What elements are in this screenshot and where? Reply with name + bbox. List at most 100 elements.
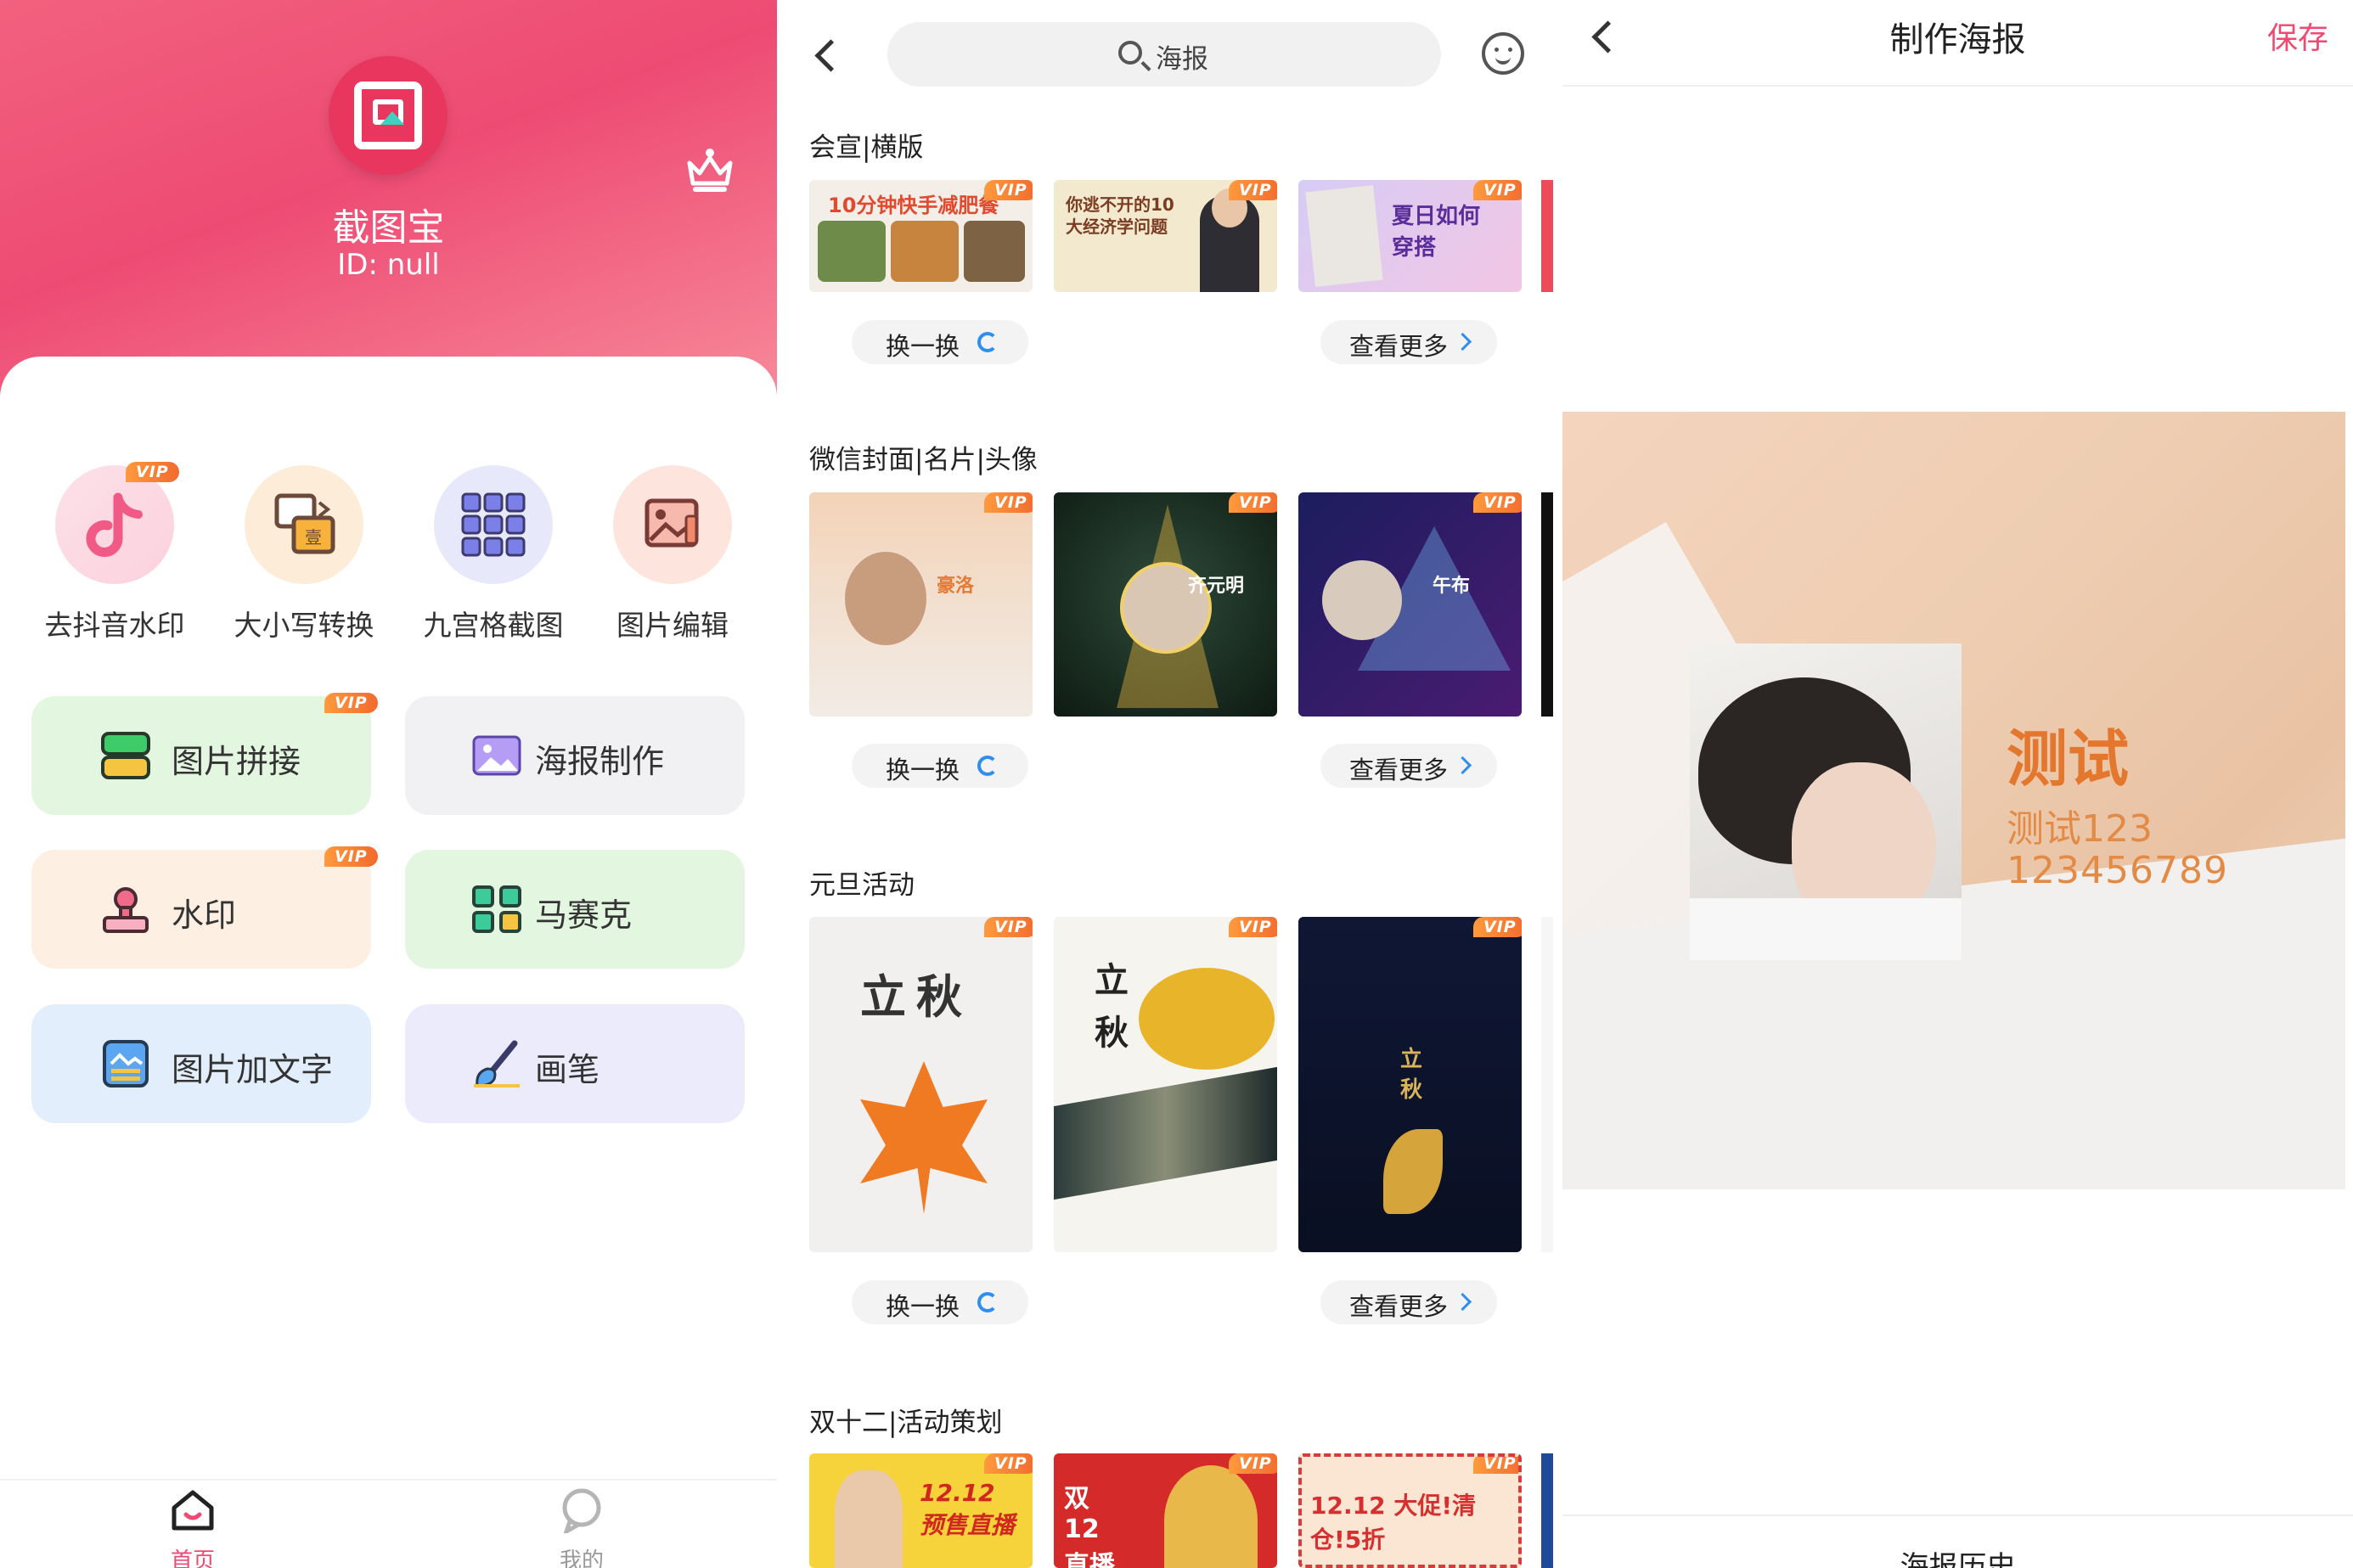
tile-brush[interactable]: 画笔 <box>405 1004 745 1123</box>
tab-home[interactable]: 首页 <box>108 1487 278 1568</box>
thumb-edge <box>1541 917 1553 1252</box>
thumb-title: 夏日如何穿搭 <box>1392 204 1481 261</box>
vip-badge: VIP <box>984 1453 1033 1474</box>
save-button[interactable]: 保存 <box>2267 14 2328 58</box>
vip-badge: VIP <box>1229 1453 1277 1474</box>
vip-badge: VIP <box>324 693 378 713</box>
app-logo <box>329 56 448 175</box>
search-icon <box>1118 41 1142 65</box>
template-thumb[interactable]: 立秋 VIP <box>1054 917 1277 1252</box>
view-more-label: 查看更多 <box>1349 1292 1449 1321</box>
thumb-title: 12.12 大促!清仓!5折 <box>1310 1492 1477 1554</box>
vip-badge: VIP <box>1473 180 1522 200</box>
tile-label: 马赛克 <box>535 896 633 934</box>
poster-editor-screen: 制作海报 保存 测试 测试123 123456789 海报历史 <box>1562 0 2353 1568</box>
back-icon[interactable] <box>814 39 847 72</box>
feature-label: 九宫格截图 <box>423 609 564 642</box>
tile-mosaic[interactable]: 马赛克 <box>405 850 745 969</box>
search-query: 海报 <box>1156 44 1208 75</box>
feature-nine-grid[interactable]: 九宫格截图 <box>421 465 566 643</box>
tab-mine[interactable]: 我的 <box>497 1487 667 1568</box>
feature-case-convert[interactable]: 壹 大小写转换 <box>232 465 376 643</box>
vip-badge: VIP <box>1473 917 1522 937</box>
refresh-label: 换一换 <box>886 1292 960 1321</box>
thumb-title: 午布 <box>1433 576 1471 597</box>
history-divider <box>1562 1515 2353 1516</box>
vip-badge: VIP <box>1473 1457 1518 1474</box>
stamp-icon <box>103 887 149 933</box>
view-more-button[interactable]: 查看更多 <box>1320 1280 1497 1324</box>
poster-subtitle[interactable]: 测试123 <box>2007 798 2153 852</box>
thumb-title: 立秋 <box>1095 961 1129 1053</box>
view-more-button[interactable]: 查看更多 <box>1320 744 1497 788</box>
stitch-icon <box>101 732 150 779</box>
profile-icon <box>562 1488 601 1537</box>
template-thumb[interactable]: 豪洛 VIP <box>809 492 1033 717</box>
thumb-edge <box>1541 180 1553 292</box>
template-thumb[interactable]: 你逃不开的10大经济学问题 VIP <box>1054 180 1277 292</box>
vip-badge: VIP <box>1229 917 1277 937</box>
view-more-label: 查看更多 <box>1349 756 1449 784</box>
view-more-label: 查看更多 <box>1349 332 1449 361</box>
tile-label: 图片拼接 <box>172 743 301 780</box>
tile-label: 画笔 <box>535 1051 600 1088</box>
thumb-title: 立秋 <box>1400 1047 1423 1103</box>
refresh-button[interactable]: 换一换 <box>852 320 1028 364</box>
header-divider <box>1562 85 2353 87</box>
poster-history-label[interactable]: 海报历史 <box>1562 1543 2353 1568</box>
case-convert-icon: 壹 <box>245 465 363 584</box>
tile-watermark[interactable]: 水印 VIP <box>31 846 378 969</box>
tile-image-stitch[interactable]: 图片拼接 VIP <box>31 693 378 815</box>
template-thumb[interactable]: 齐元明 VIP <box>1054 492 1277 717</box>
thumb-title: 豪洛 <box>937 576 975 597</box>
template-thumb[interactable]: 立秋 VIP <box>1298 917 1522 1252</box>
template-thumb[interactable]: 夏日如何穿搭 VIP <box>1298 180 1522 292</box>
section-title: 元旦活动 <box>809 870 915 901</box>
template-thumb[interactable]: 午布 VIP <box>1298 492 1522 717</box>
tile-text-on-image[interactable]: 图片加文字 <box>31 1004 371 1123</box>
home-icon <box>172 1490 214 1531</box>
feature-remove-tiktok-watermark[interactable]: VIP 去抖音水印 <box>42 462 187 643</box>
search-input[interactable]: 海报 <box>887 22 1441 87</box>
poster-title[interactable]: 测试 <box>2007 709 2129 798</box>
feature-label: 大小写转换 <box>234 609 374 642</box>
user-id: ID: null <box>337 248 440 282</box>
home-screen: 截图宝 ID: null VIP 去抖音水印 壹 大小写转换 九宫格截图 图片编… <box>0 0 777 1568</box>
grid-nine-icon <box>434 465 553 584</box>
template-thumb[interactable]: 12.12 预售直播 VIP <box>809 1453 1033 1568</box>
section-title: 微信封面|名片|头像 <box>809 445 1038 475</box>
poster-photo[interactable] <box>1690 643 1962 960</box>
vip-badge: VIP <box>984 492 1033 513</box>
thumb-title: 立秋 <box>860 970 972 1024</box>
chevron-right-icon <box>1453 756 1472 775</box>
section-title: 会宣|横版 <box>809 132 924 163</box>
view-more-button[interactable]: 查看更多 <box>1320 320 1497 364</box>
thumb-title: 你逃不开的10大经济学问题 <box>1066 194 1174 237</box>
mosaic-icon <box>472 885 521 933</box>
tile-poster-make[interactable]: 海报制作 <box>405 696 745 815</box>
vip-badge: VIP <box>126 462 179 482</box>
service-icon[interactable] <box>1482 32 1524 75</box>
thumb-title: 齐元明 <box>1188 576 1245 597</box>
crown-icon[interactable] <box>684 146 735 194</box>
template-thumb[interactable]: 10分钟快手减肥餐 VIP <box>809 180 1033 292</box>
thumb-title: 10分钟快手减肥餐 <box>828 194 999 217</box>
feature-image-edit[interactable]: 图片编辑 <box>600 465 745 643</box>
brush-icon <box>474 1040 520 1087</box>
feature-label: 去抖音水印 <box>44 609 185 642</box>
poster-icon <box>472 735 521 776</box>
template-thumb[interactable]: 12.12 大促!清仓!5折 VIP <box>1298 1453 1522 1568</box>
refresh-label: 换一换 <box>886 332 960 361</box>
section-title: 双十二|活动策划 <box>809 1408 1003 1438</box>
refresh-button[interactable]: 换一换 <box>852 744 1028 788</box>
thumb-title: 12.12 预售直播 <box>920 1479 1016 1539</box>
thumb-edge <box>1541 1453 1553 1568</box>
chevron-right-icon <box>1453 1292 1472 1312</box>
poster-canvas[interactable]: 测试 测试123 123456789 <box>1562 412 2345 1189</box>
template-thumb[interactable]: 立秋 VIP <box>809 917 1033 1252</box>
poster-number[interactable]: 123456789 <box>2007 849 2228 892</box>
refresh-button[interactable]: 换一换 <box>852 1280 1028 1324</box>
thumb-edge <box>1541 492 1553 717</box>
vip-badge: VIP <box>984 180 1033 200</box>
template-thumb[interactable]: 双12 直播 VIP <box>1054 1453 1277 1568</box>
